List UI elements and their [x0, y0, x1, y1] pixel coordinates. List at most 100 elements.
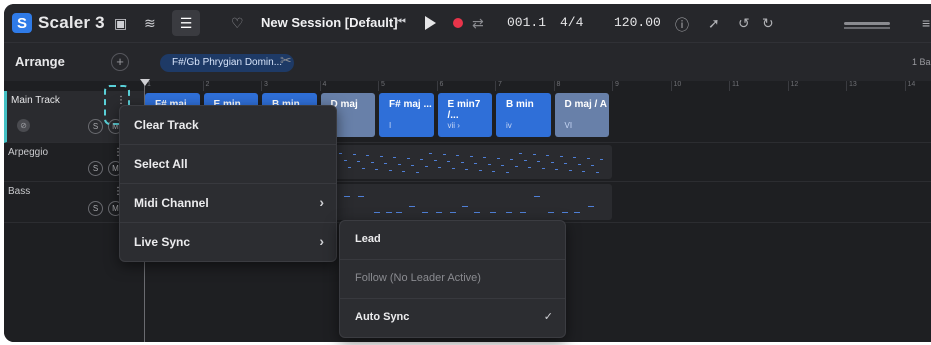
chord-name: E min7 /... — [447, 99, 481, 121]
record-icon[interactable] — [453, 18, 463, 28]
midi-note — [478, 170, 482, 171]
solo-button[interactable]: S — [88, 161, 103, 176]
midi-note — [496, 158, 500, 159]
midi-note — [415, 172, 419, 173]
logo-badge: S — [12, 13, 32, 33]
midi-note — [523, 160, 527, 161]
playhead-marker[interactable] — [140, 79, 150, 86]
midi-note — [352, 154, 356, 155]
link-icon[interactable]: ⊘ — [17, 119, 30, 132]
solo-button[interactable]: S — [88, 201, 103, 216]
scale-chip[interactable]: F#/Gb Phrygian Domin... — [160, 54, 295, 72]
more-menu-icon[interactable]: ≡ — [922, 15, 930, 31]
midi-note — [442, 154, 446, 155]
midi-note — [506, 212, 512, 213]
ruler-tick — [612, 81, 613, 91]
menu-item-label: Live Sync — [134, 235, 191, 249]
ruler-tick — [319, 81, 321, 91]
ruler-bar-number: 13 — [849, 81, 857, 88]
midi-note — [393, 157, 396, 158]
skip-back-icon[interactable]: ⏮ — [396, 16, 406, 29]
ruler-bar-number: 10 — [673, 81, 682, 88]
submenu-item-follow: Follow (No Leader Active) — [340, 260, 565, 299]
midi-note — [462, 206, 468, 207]
chord-block[interactable]: E min7 /... vii › — [437, 93, 492, 137]
menu-item-clear-track[interactable]: Clear Track — [120, 106, 336, 145]
midi-note — [460, 162, 464, 163]
play-icon[interactable] — [425, 16, 436, 30]
ruler-bar-number: 9 — [615, 81, 619, 88]
live-sync-submenu: Lead Follow (No Leader Active) Auto Sync… — [339, 220, 566, 338]
midi-note — [541, 168, 545, 169]
midi-note — [574, 212, 580, 213]
tempo-value[interactable]: 120.00 — [614, 15, 661, 30]
export-arrow-icon[interactable]: ➚ — [708, 15, 720, 32]
add-track-button[interactable]: + — [111, 53, 129, 71]
chord-block[interactable]: D maj / A VI — [554, 93, 609, 137]
scissors-icon[interactable]: ✂ — [280, 52, 292, 69]
ruler-bar-number: 14 — [907, 81, 916, 88]
midi-note — [582, 171, 585, 172]
midi-note — [501, 165, 504, 166]
midi-note — [465, 169, 468, 170]
layers-icon[interactable]: ≋ — [144, 15, 156, 32]
submenu-item-auto-sync[interactable]: Auto Sync ✓ — [340, 299, 565, 337]
chord-block[interactable]: F# maj ... I — [379, 93, 434, 137]
midi-note — [492, 171, 495, 172]
submenu-item-label: Follow (No Leader Active) — [355, 272, 481, 284]
midi-note — [573, 157, 576, 158]
ruler-bar-number: 6 — [439, 81, 444, 88]
ruler-bar-number: 12 — [790, 81, 799, 88]
midi-note — [438, 167, 441, 168]
midi-note — [450, 212, 456, 213]
midi-note — [386, 212, 392, 213]
menu-item-live-sync[interactable]: Live Sync › — [120, 223, 336, 261]
chord-name: F# maj ... — [389, 99, 432, 110]
menu-lines-icon: ☰ — [179, 14, 193, 31]
undo-icon[interactable]: ↺ — [738, 15, 750, 32]
ruler-tick — [553, 81, 555, 91]
ruler-bar-number: 7 — [498, 81, 502, 88]
arrange-view-button[interactable]: ☰ — [172, 10, 200, 36]
midi-note — [586, 158, 590, 159]
menu-item-midi-channel[interactable]: Midi Channel › — [120, 184, 336, 223]
chord-block[interactable]: B min iv — [496, 93, 551, 137]
timeline-ruler[interactable]: 1 2 3 4 5 6 7 8 9 10 11 12 13 14 — [144, 81, 931, 91]
solo-button[interactable]: S — [88, 119, 103, 134]
ruler-tick — [846, 81, 847, 91]
chord-name: B min — [506, 99, 534, 110]
menu-item-select-all[interactable]: Select All — [120, 145, 336, 184]
midi-note — [422, 212, 428, 213]
midi-note — [456, 155, 459, 156]
midi-note — [374, 212, 380, 213]
midi-note — [366, 155, 369, 156]
midi-note — [339, 153, 342, 154]
midi-note — [343, 160, 347, 161]
bars-length-label[interactable]: 1 Ba — [912, 57, 931, 67]
midi-note — [591, 165, 594, 166]
midi-note — [595, 172, 599, 173]
midi-note — [396, 212, 402, 213]
arrange-header: Arrange + F#/Gb Phrygian Domin... ✂ 1 Ba — [4, 42, 931, 81]
ruler-bar-number: 5 — [381, 81, 385, 88]
heart-icon[interactable]: ♡ — [231, 15, 244, 32]
midi-note — [379, 156, 383, 157]
midi-note — [490, 212, 496, 213]
ruler-tick — [787, 81, 789, 91]
info-icon[interactable]: ⓘ — [675, 15, 689, 35]
midi-note — [361, 168, 365, 169]
menu-item-label: Midi Channel — [134, 196, 209, 210]
session-title[interactable]: New Session [Default] — [261, 15, 398, 30]
browser-icon[interactable]: ▣ — [114, 15, 127, 32]
midi-note — [534, 196, 540, 197]
volume-slider[interactable] — [844, 22, 890, 29]
midi-note — [483, 157, 486, 158]
submenu-item-lead[interactable]: Lead — [340, 221, 565, 260]
time-signature[interactable]: 4/4 — [560, 15, 583, 30]
ruler-tick — [261, 81, 262, 91]
midi-note — [546, 155, 549, 156]
loop-icon[interactable]: ⇄ — [472, 15, 484, 32]
redo-icon[interactable]: ↻ — [762, 15, 774, 32]
chord-degree: vii › — [447, 121, 460, 130]
track-name: Main Track — [11, 95, 60, 106]
